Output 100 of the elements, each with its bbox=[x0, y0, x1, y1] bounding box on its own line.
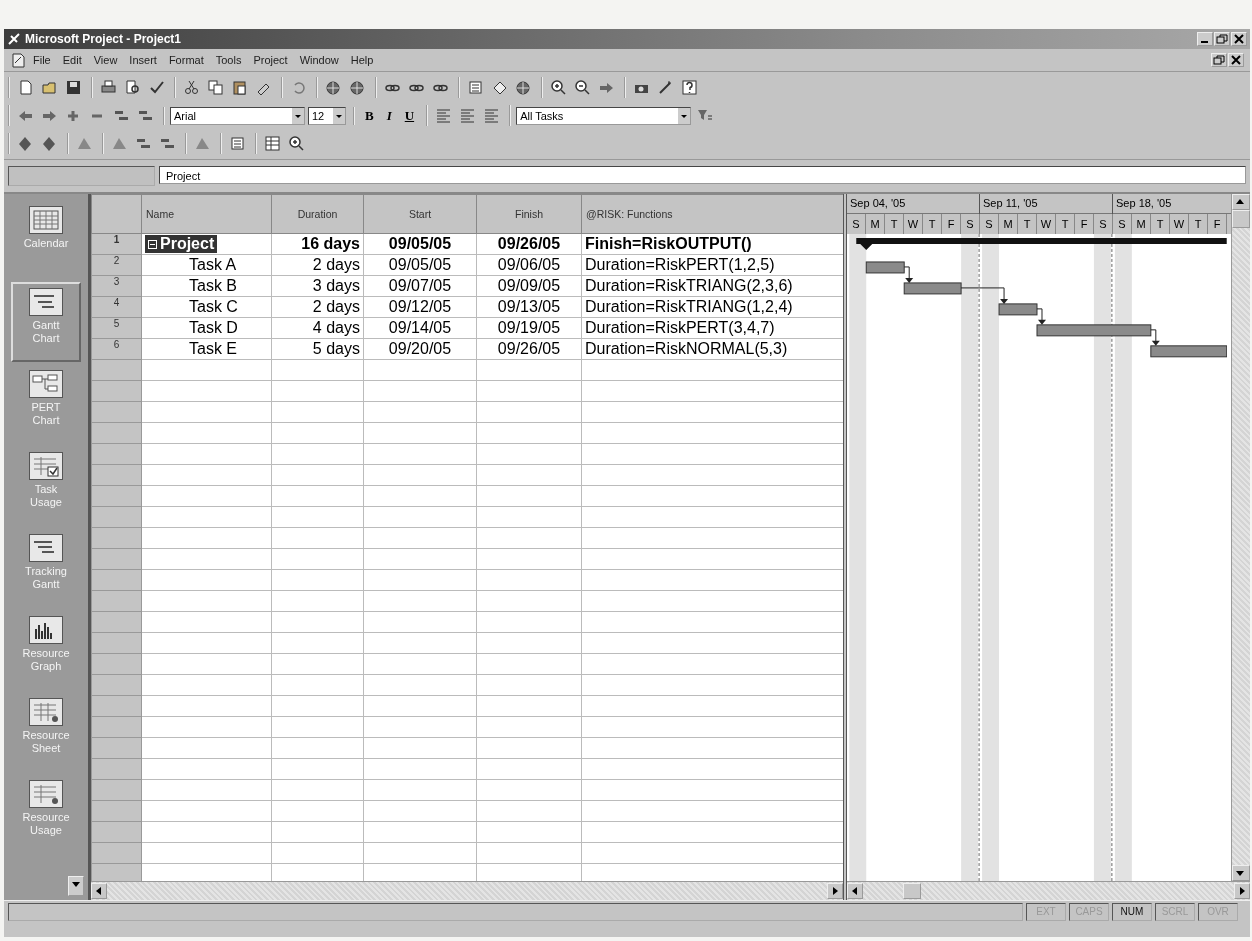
window-title: Microsoft Project - Project1 bbox=[25, 32, 183, 46]
duration-cell: 16 days bbox=[271, 233, 364, 255]
day-label: F bbox=[1208, 214, 1227, 234]
diamond-icon[interactable] bbox=[17, 135, 34, 152]
column-header[interactable]: @RISK: Functions bbox=[581, 194, 843, 234]
row-number: 2 bbox=[91, 254, 142, 276]
document-icon bbox=[10, 52, 26, 68]
scroll-thumb[interactable] bbox=[1232, 210, 1250, 228]
day-label: M bbox=[999, 214, 1018, 234]
cut-icon[interactable] bbox=[183, 79, 200, 96]
menu-item[interactable]: Window bbox=[294, 52, 344, 68]
open-folder-icon[interactable] bbox=[41, 79, 58, 96]
column-header[interactable]: Start bbox=[363, 194, 477, 234]
task-bar bbox=[998, 303, 1038, 316]
close-icon[interactable] bbox=[1228, 53, 1244, 67]
print-icon[interactable] bbox=[100, 79, 117, 96]
form-icon[interactable] bbox=[467, 79, 484, 96]
entry-field[interactable]: Project bbox=[159, 166, 1246, 184]
menu-item[interactable]: Edit bbox=[57, 52, 87, 68]
size-dropdown[interactable]: 12 bbox=[308, 106, 346, 125]
task-bar bbox=[903, 282, 962, 295]
font-dropdown[interactable]: Arial bbox=[170, 106, 305, 125]
globe-icon[interactable] bbox=[515, 79, 532, 96]
menu-item[interactable]: Insert bbox=[124, 52, 162, 68]
bold-button[interactable]: B bbox=[360, 106, 379, 125]
column-header[interactable]: Name bbox=[141, 194, 272, 234]
name-box[interactable] bbox=[8, 166, 155, 186]
globe-icon[interactable] bbox=[349, 79, 366, 96]
zoom-in-icon[interactable] bbox=[288, 135, 305, 152]
day-label: W bbox=[904, 214, 923, 234]
scroll-thumb[interactable] bbox=[903, 883, 921, 899]
timescale-label: Sep 11, '05 bbox=[980, 194, 1112, 214]
copy-icon[interactable] bbox=[207, 79, 224, 96]
day-label: W bbox=[1170, 214, 1189, 234]
print-preview-icon[interactable] bbox=[124, 79, 141, 96]
day-label: W bbox=[1037, 214, 1056, 234]
task-sheet-icon bbox=[29, 452, 63, 480]
network-diagram-icon bbox=[29, 370, 63, 398]
duration-cell: 5 days bbox=[271, 338, 364, 360]
zoom-in-icon[interactable] bbox=[550, 79, 567, 96]
day-label: T bbox=[1151, 214, 1170, 234]
row-number: 4 bbox=[91, 296, 142, 318]
app-icon bbox=[7, 32, 21, 46]
wand-icon[interactable] bbox=[657, 79, 674, 96]
menu-item[interactable]: Help bbox=[345, 52, 379, 68]
globe-icon[interactable] bbox=[325, 79, 342, 96]
italic-button[interactable]: I bbox=[381, 106, 397, 125]
save-icon[interactable] bbox=[65, 79, 82, 96]
form-icon[interactable] bbox=[229, 135, 246, 152]
bar-graph-icon bbox=[29, 616, 63, 644]
sheet-icon bbox=[29, 698, 63, 726]
task-name[interactable]: Project bbox=[145, 235, 218, 254]
day-label: T bbox=[1018, 214, 1037, 234]
close-icon[interactable] bbox=[1231, 32, 1247, 46]
grid-icon[interactable] bbox=[264, 135, 281, 152]
underline-button[interactable]: U bbox=[399, 106, 420, 125]
dependency-arrow bbox=[903, 266, 914, 283]
start-cell: 09/07/05 bbox=[363, 275, 477, 297]
filter-dropdown[interactable]: All Tasks bbox=[516, 106, 692, 125]
gantt-chart-icon bbox=[29, 288, 63, 316]
menu-item[interactable]: Tools bbox=[210, 52, 247, 68]
gantt-chart-icon bbox=[29, 534, 63, 562]
row-number: 1 bbox=[91, 233, 142, 255]
duration-cell: 2 days bbox=[271, 296, 364, 318]
row-number: 6 bbox=[91, 338, 142, 360]
timescale-label: Sep 04, '05 bbox=[847, 194, 979, 214]
duration-cell: 2 days bbox=[271, 254, 364, 276]
column-header[interactable]: Finish bbox=[476, 194, 582, 234]
menu-item[interactable]: View bbox=[88, 52, 123, 68]
day-label: T bbox=[885, 214, 904, 234]
paste-icon[interactable] bbox=[231, 79, 248, 96]
start-cell: 09/14/05 bbox=[363, 317, 477, 339]
menu-item[interactable]: Format bbox=[163, 52, 209, 68]
finish-cell: 09/26/05 bbox=[476, 338, 582, 360]
finish-cell: 09/26/05 bbox=[476, 233, 582, 255]
row-number: 5 bbox=[91, 317, 142, 339]
note-icon[interactable] bbox=[491, 79, 508, 96]
restore-icon[interactable] bbox=[1214, 32, 1230, 46]
menu-item[interactable]: File bbox=[28, 52, 56, 68]
start-cell: 09/05/05 bbox=[363, 254, 477, 276]
menu-item[interactable]: Project bbox=[248, 52, 293, 68]
task-bar bbox=[865, 261, 905, 274]
zoom-out-icon[interactable] bbox=[574, 79, 591, 96]
duration-cell: 4 days bbox=[271, 317, 364, 339]
finish-cell: 09/19/05 bbox=[476, 317, 582, 339]
minimize-icon[interactable] bbox=[1197, 32, 1213, 46]
help-icon[interactable] bbox=[681, 79, 698, 96]
diamond-icon[interactable] bbox=[41, 135, 58, 152]
finish-cell: 09/09/05 bbox=[476, 275, 582, 297]
collapse-icon[interactable] bbox=[148, 239, 157, 249]
column-header[interactable]: Duration bbox=[271, 194, 364, 234]
spelling-icon[interactable] bbox=[148, 79, 165, 96]
row-number: 3 bbox=[91, 275, 142, 297]
restore-icon[interactable] bbox=[1211, 53, 1227, 67]
sheet-icon bbox=[29, 780, 63, 808]
day-label: F bbox=[1075, 214, 1094, 234]
day-label: T bbox=[1056, 214, 1075, 234]
day-label: M bbox=[1132, 214, 1151, 234]
new-file-icon[interactable] bbox=[17, 79, 34, 96]
dependency-arrow bbox=[960, 287, 1009, 304]
